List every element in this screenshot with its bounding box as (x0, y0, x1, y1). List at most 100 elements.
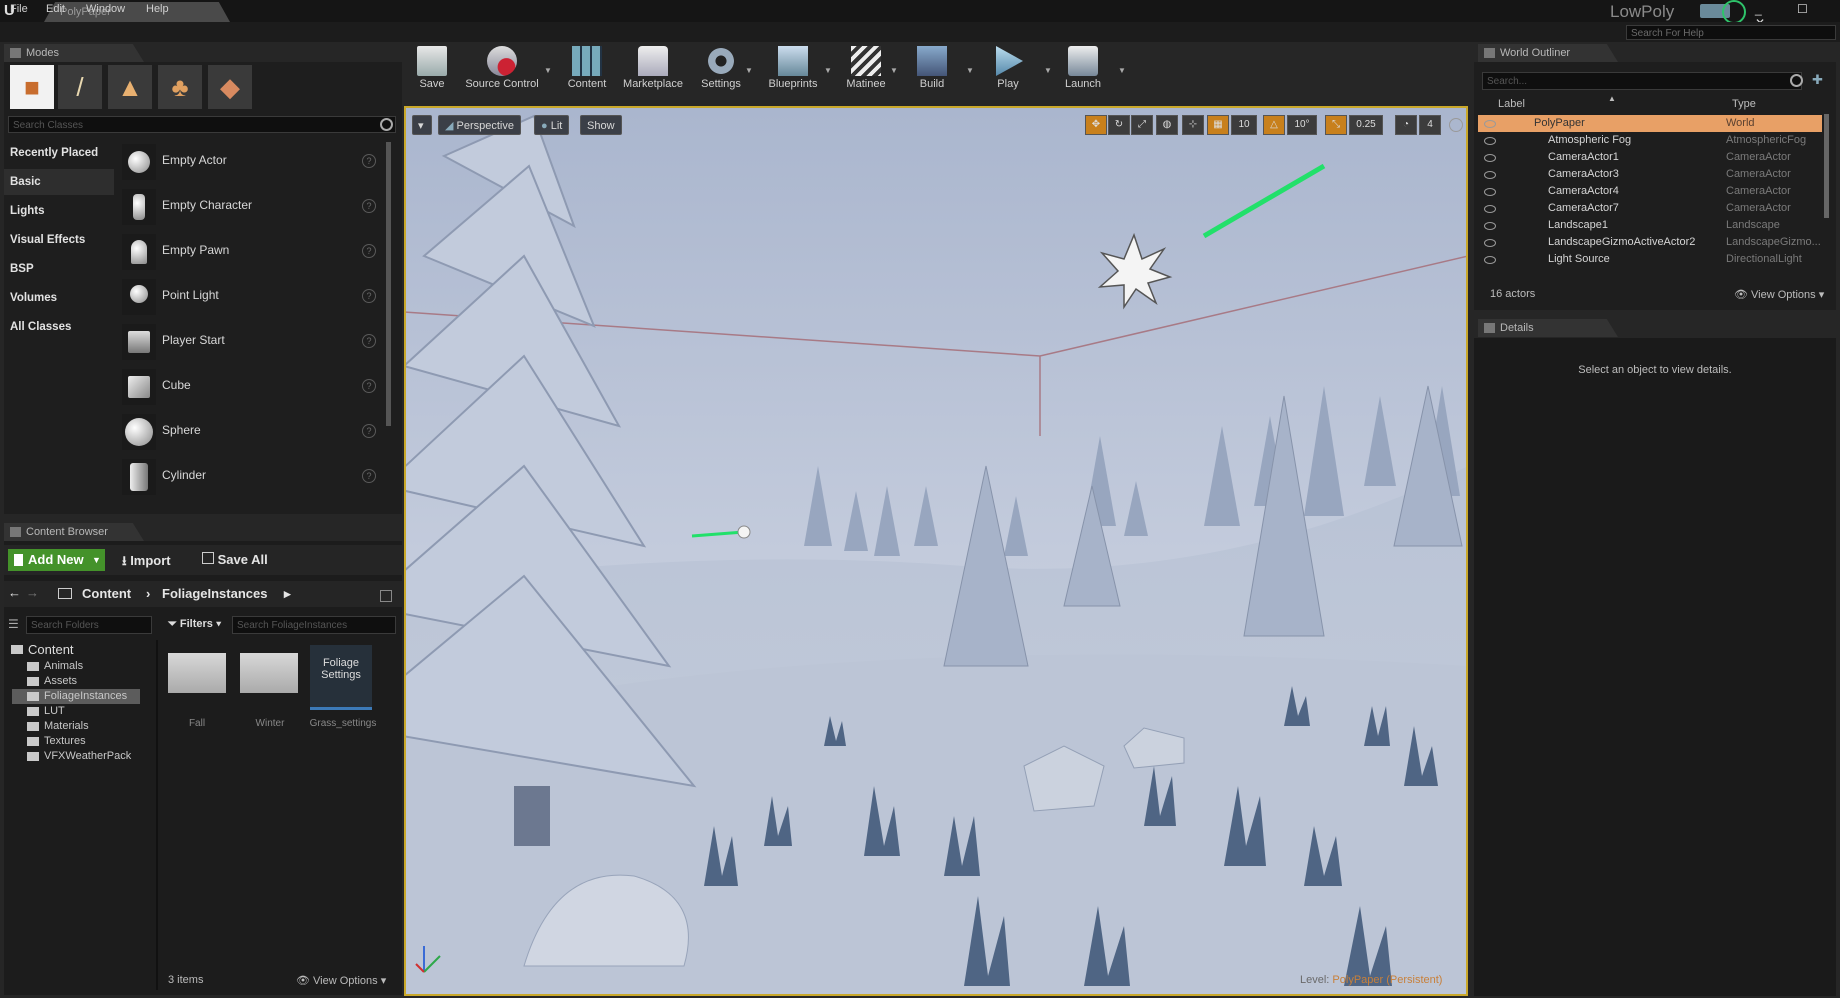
tree-item-foliageinstances[interactable]: FoliageInstances (12, 689, 140, 704)
dropdown-arrow-icon[interactable]: ▼ (544, 66, 552, 75)
matinee-button[interactable]: Matinee (838, 44, 894, 100)
show-button[interactable]: Show (580, 115, 622, 135)
rotation-snap-icon[interactable]: △ (1263, 115, 1285, 135)
place-item-empty-pawn[interactable]: Empty Pawn? (118, 230, 388, 274)
lit-button[interactable]: ● Lit (534, 115, 570, 135)
cb-view-options-button[interactable]: 👁 View Options ▾ (296, 974, 386, 987)
mode-paint-button[interactable]: / (58, 65, 102, 109)
category-recently-placed[interactable]: Recently Placed (4, 140, 114, 166)
place-item-cylinder[interactable]: Cylinder? (118, 455, 388, 499)
dropdown-arrow-icon[interactable]: ▼ (824, 66, 832, 75)
column-type[interactable]: Type (1732, 98, 1756, 110)
world-space-icon[interactable]: ◍ (1156, 115, 1178, 135)
translate-tool-icon[interactable]: ✥ (1085, 115, 1107, 135)
outliner-row[interactable]: Atmospheric Fog AtmosphericFog (1478, 132, 1822, 149)
eye-icon[interactable] (1484, 205, 1496, 213)
modes-scrollbar[interactable] (386, 142, 391, 426)
camera-speed-value[interactable]: 4 (1419, 115, 1441, 135)
search-assets-input[interactable]: Search FoliageInstances (232, 616, 396, 634)
place-item-empty-character[interactable]: Empty Character? (118, 185, 388, 229)
online-status-icon[interactable] (1722, 0, 1746, 24)
viewport-options-button[interactable]: ▾ (412, 115, 432, 135)
dropdown-arrow-icon[interactable]: ▼ (745, 66, 753, 75)
mode-place-button[interactable]: ■ (10, 65, 54, 109)
lock-icon[interactable] (380, 590, 392, 602)
mode-landscape-button[interactable]: ▲ (108, 65, 152, 109)
filters-button[interactable]: ⏷ Filters ▾ (168, 618, 221, 631)
tab-modes[interactable]: Modes (4, 44, 144, 62)
add-new-button[interactable]: Add New ▼ (8, 549, 105, 571)
search-classes-input[interactable]: Search Classes (8, 116, 396, 133)
category-all-classes[interactable]: All Classes (4, 314, 114, 340)
dropdown-arrow-icon[interactable]: ▼ (966, 66, 974, 75)
outliner-search-input[interactable]: Search... (1482, 72, 1802, 90)
save-all-button[interactable]: Save All (202, 552, 268, 567)
outliner-row[interactable]: LandscapeGizmoActiveActor2 LandscapeGizmo… (1478, 234, 1822, 251)
category-volumes[interactable]: Volumes (4, 285, 114, 311)
scale-tool-icon[interactable]: ⤢ (1131, 115, 1153, 135)
help-icon[interactable]: ? (362, 289, 376, 303)
content-button[interactable]: Content (564, 44, 610, 100)
play-button[interactable]: Play (988, 44, 1028, 100)
tab-details[interactable]: Details (1478, 319, 1618, 337)
asset-fall[interactable] (166, 645, 228, 707)
category-bsp[interactable]: BSP (4, 256, 114, 282)
tree-item-assets[interactable]: Assets (24, 674, 77, 689)
menu-help[interactable]: Help (146, 3, 169, 15)
level-viewport[interactable] (404, 106, 1468, 996)
menu-window[interactable]: Window (86, 3, 125, 15)
outliner-scrollbar[interactable] (1824, 114, 1829, 218)
perspective-button[interactable]: ◢ Perspective (438, 115, 521, 135)
dropdown-arrow-icon[interactable]: ▼ (890, 66, 898, 75)
forward-arrow-icon[interactable]: → (26, 585, 39, 600)
grid-snap-value[interactable]: 10 (1231, 115, 1257, 135)
mode-geometry-button[interactable]: ◆ (208, 65, 252, 109)
help-icon[interactable]: ? (362, 379, 376, 393)
asset-grass-settings[interactable]: Foliage Settings (310, 645, 372, 710)
eye-icon[interactable] (1484, 188, 1496, 196)
settings-button[interactable]: Settings (694, 44, 748, 100)
eye-icon[interactable] (1484, 222, 1496, 230)
mode-foliage-button[interactable]: ♣ (158, 65, 202, 109)
category-basic[interactable]: Basic (4, 169, 114, 195)
outliner-row[interactable]: PolyPaper World (1478, 115, 1822, 132)
asset-winter[interactable] (238, 645, 300, 707)
dropdown-arrow-icon[interactable]: ▼ (1118, 66, 1126, 75)
camera-speed-icon[interactable]: ◔ (1395, 115, 1417, 135)
tree-item-animals[interactable]: Animals (24, 659, 83, 674)
tree-item-textures[interactable]: Textures (24, 734, 86, 749)
eye-icon[interactable] (1484, 171, 1496, 179)
help-search-input[interactable]: Search For Help (1626, 25, 1836, 40)
search-folders-input[interactable]: Search Folders (26, 616, 152, 634)
import-button[interactable]: ⭳ Import (122, 552, 171, 574)
breadcrumb-arrow-icon[interactable]: ▸ (284, 586, 291, 602)
place-item-empty-actor[interactable]: Empty Actor? (118, 140, 388, 184)
launch-button[interactable]: Launch (1060, 44, 1106, 100)
outliner-view-options-button[interactable]: 👁 View Options ▾ (1734, 288, 1824, 301)
outliner-row[interactable]: CameraActor3 CameraActor (1478, 166, 1822, 183)
eye-icon[interactable] (1484, 239, 1496, 247)
tab-content-browser[interactable]: Content Browser (4, 523, 144, 541)
document-tab[interactable]: PolyPaper (44, 2, 230, 22)
eye-icon[interactable] (1484, 256, 1496, 264)
scale-snap-value[interactable]: 0.25 (1349, 115, 1383, 135)
place-item-cube[interactable]: Cube? (118, 365, 388, 409)
rotate-tool-icon[interactable]: ↻ (1108, 115, 1130, 135)
place-item-player-start[interactable]: Player Start? (118, 320, 388, 364)
column-label[interactable]: Label (1498, 98, 1525, 110)
help-icon[interactable]: ? (362, 469, 376, 483)
surface-snap-icon[interactable]: ⊹ (1182, 115, 1204, 135)
outliner-row[interactable]: CameraActor4 CameraActor (1478, 183, 1822, 200)
place-item-sphere[interactable]: Sphere? (118, 410, 388, 454)
back-arrow-icon[interactable]: ← (8, 585, 21, 600)
help-icon[interactable]: ? (362, 424, 376, 438)
breadcrumb-foliageinstances[interactable]: FoliageInstances (162, 586, 267, 601)
tab-world-outliner[interactable]: World Outliner (1478, 44, 1618, 62)
blueprints-button[interactable]: Blueprints (762, 44, 824, 100)
eye-icon[interactable] (1484, 137, 1496, 145)
place-item-point-light[interactable]: Point Light? (118, 275, 388, 319)
outliner-row[interactable]: Landscape1 Landscape (1478, 217, 1822, 234)
source-control-button[interactable]: Source Control (460, 44, 544, 100)
help-icon[interactable]: ? (362, 334, 376, 348)
tree-item-lut[interactable]: LUT (24, 704, 65, 719)
